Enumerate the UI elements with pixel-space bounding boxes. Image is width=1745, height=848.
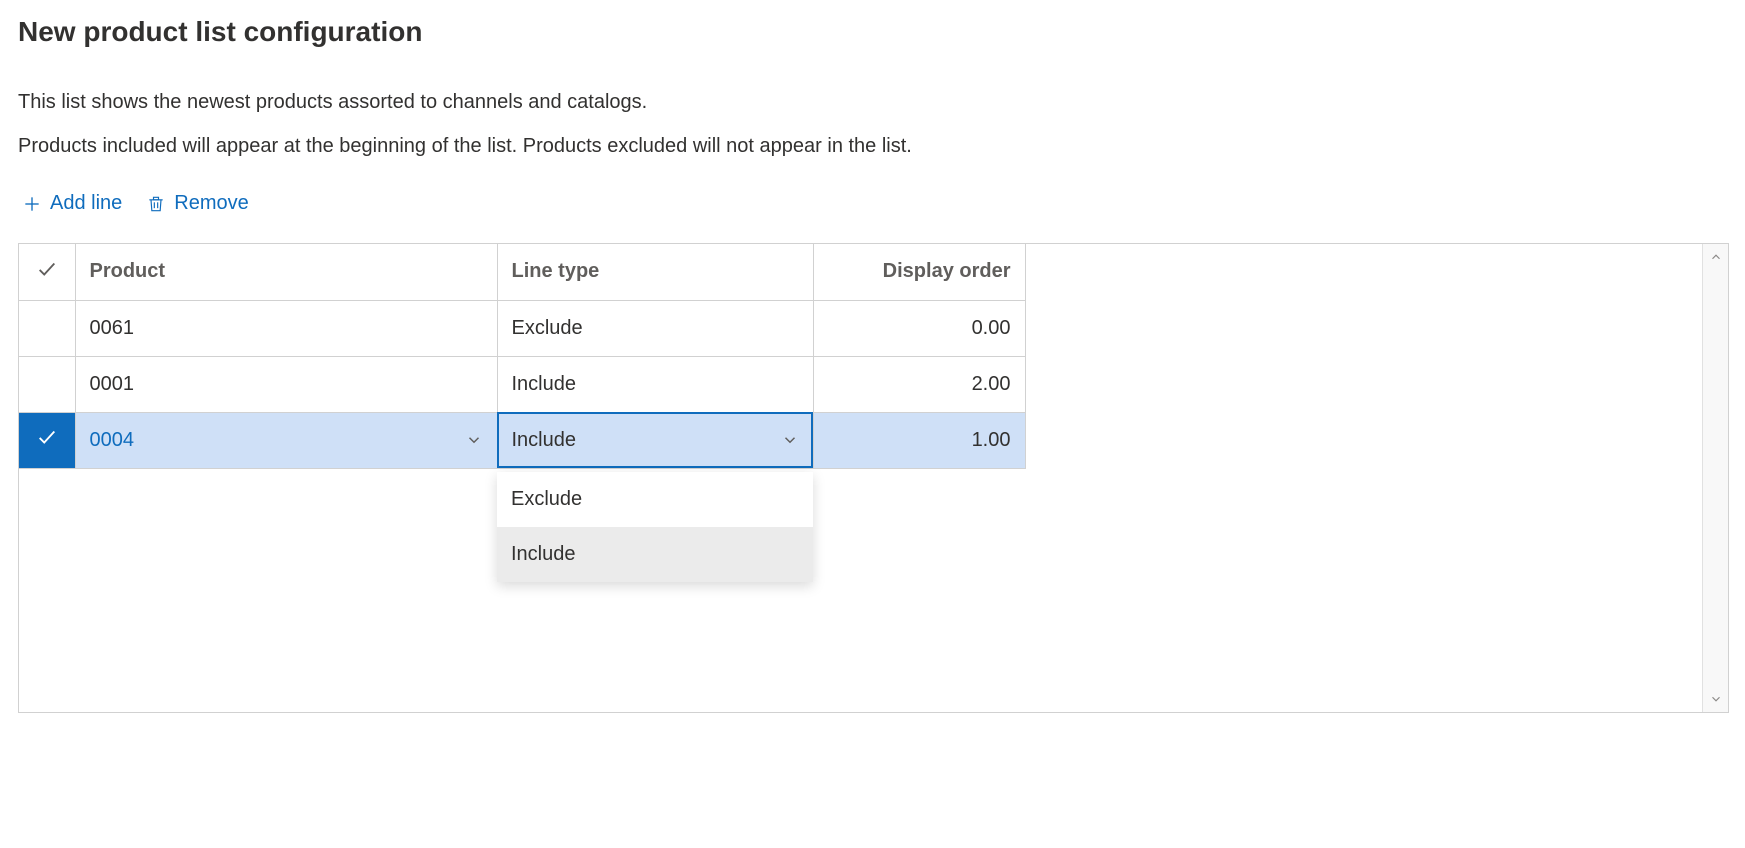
display-order-cell[interactable]: 1.00 xyxy=(813,412,1025,468)
trash-icon xyxy=(146,194,166,214)
display-order-cell[interactable]: 0.00 xyxy=(813,300,1025,356)
dropdown-option-include[interactable]: Include xyxy=(497,527,813,582)
toolbar: Add line Remove xyxy=(18,192,1729,215)
table-row[interactable]: 0004 Include 1.00 xyxy=(19,412,1025,468)
remove-button[interactable]: Remove xyxy=(146,192,248,215)
description-line-1: This list shows the newest products asso… xyxy=(18,88,1729,116)
line-type-cell[interactable]: Include xyxy=(497,356,813,412)
grid-table: Product Line type Display order 0061 Exc… xyxy=(19,244,1026,469)
check-icon xyxy=(36,426,58,448)
line-type-dropdown[interactable]: Include xyxy=(497,412,813,468)
check-icon xyxy=(36,258,58,280)
line-type-value: Include xyxy=(512,429,577,452)
remove-label: Remove xyxy=(174,192,248,215)
dropdown-option-exclude[interactable]: Exclude xyxy=(497,472,813,527)
chevron-up-icon xyxy=(1709,250,1723,264)
product-cell[interactable]: 0061 xyxy=(75,300,497,356)
product-grid: Product Line type Display order 0061 Exc… xyxy=(18,243,1729,713)
chevron-down-icon xyxy=(465,431,483,449)
plus-icon xyxy=(22,194,42,214)
description-line-2: Products included will appear at the beg… xyxy=(18,132,1729,160)
product-cell[interactable]: 0001 xyxy=(75,356,497,412)
line-type-dropdown-menu: Exclude Include xyxy=(497,472,813,582)
chevron-down-icon xyxy=(1709,692,1723,706)
display-order-cell[interactable]: 2.00 xyxy=(813,356,1025,412)
grid-header-row: Product Line type Display order xyxy=(19,244,1025,300)
page-title: New product list configuration xyxy=(18,16,1729,48)
select-all-header[interactable] xyxy=(19,244,75,300)
line-type-cell[interactable]: Exclude xyxy=(497,300,813,356)
row-select-cell[interactable] xyxy=(19,356,75,412)
add-line-button[interactable]: Add line xyxy=(22,192,122,215)
column-header-display-order[interactable]: Display order xyxy=(813,244,1025,300)
table-row[interactable]: 0001 Include 2.00 xyxy=(19,356,1025,412)
product-cell-value: 0004 xyxy=(90,429,135,452)
product-cell[interactable]: 0004 xyxy=(75,412,497,468)
table-row[interactable]: 0061 Exclude 0.00 xyxy=(19,300,1025,356)
row-select-cell[interactable] xyxy=(19,300,75,356)
add-line-label: Add line xyxy=(50,192,122,215)
chevron-down-icon xyxy=(781,431,799,449)
column-header-product[interactable]: Product xyxy=(75,244,497,300)
column-header-line-type[interactable]: Line type xyxy=(497,244,813,300)
vertical-scrollbar[interactable] xyxy=(1702,244,1728,712)
row-select-cell[interactable] xyxy=(19,412,75,468)
